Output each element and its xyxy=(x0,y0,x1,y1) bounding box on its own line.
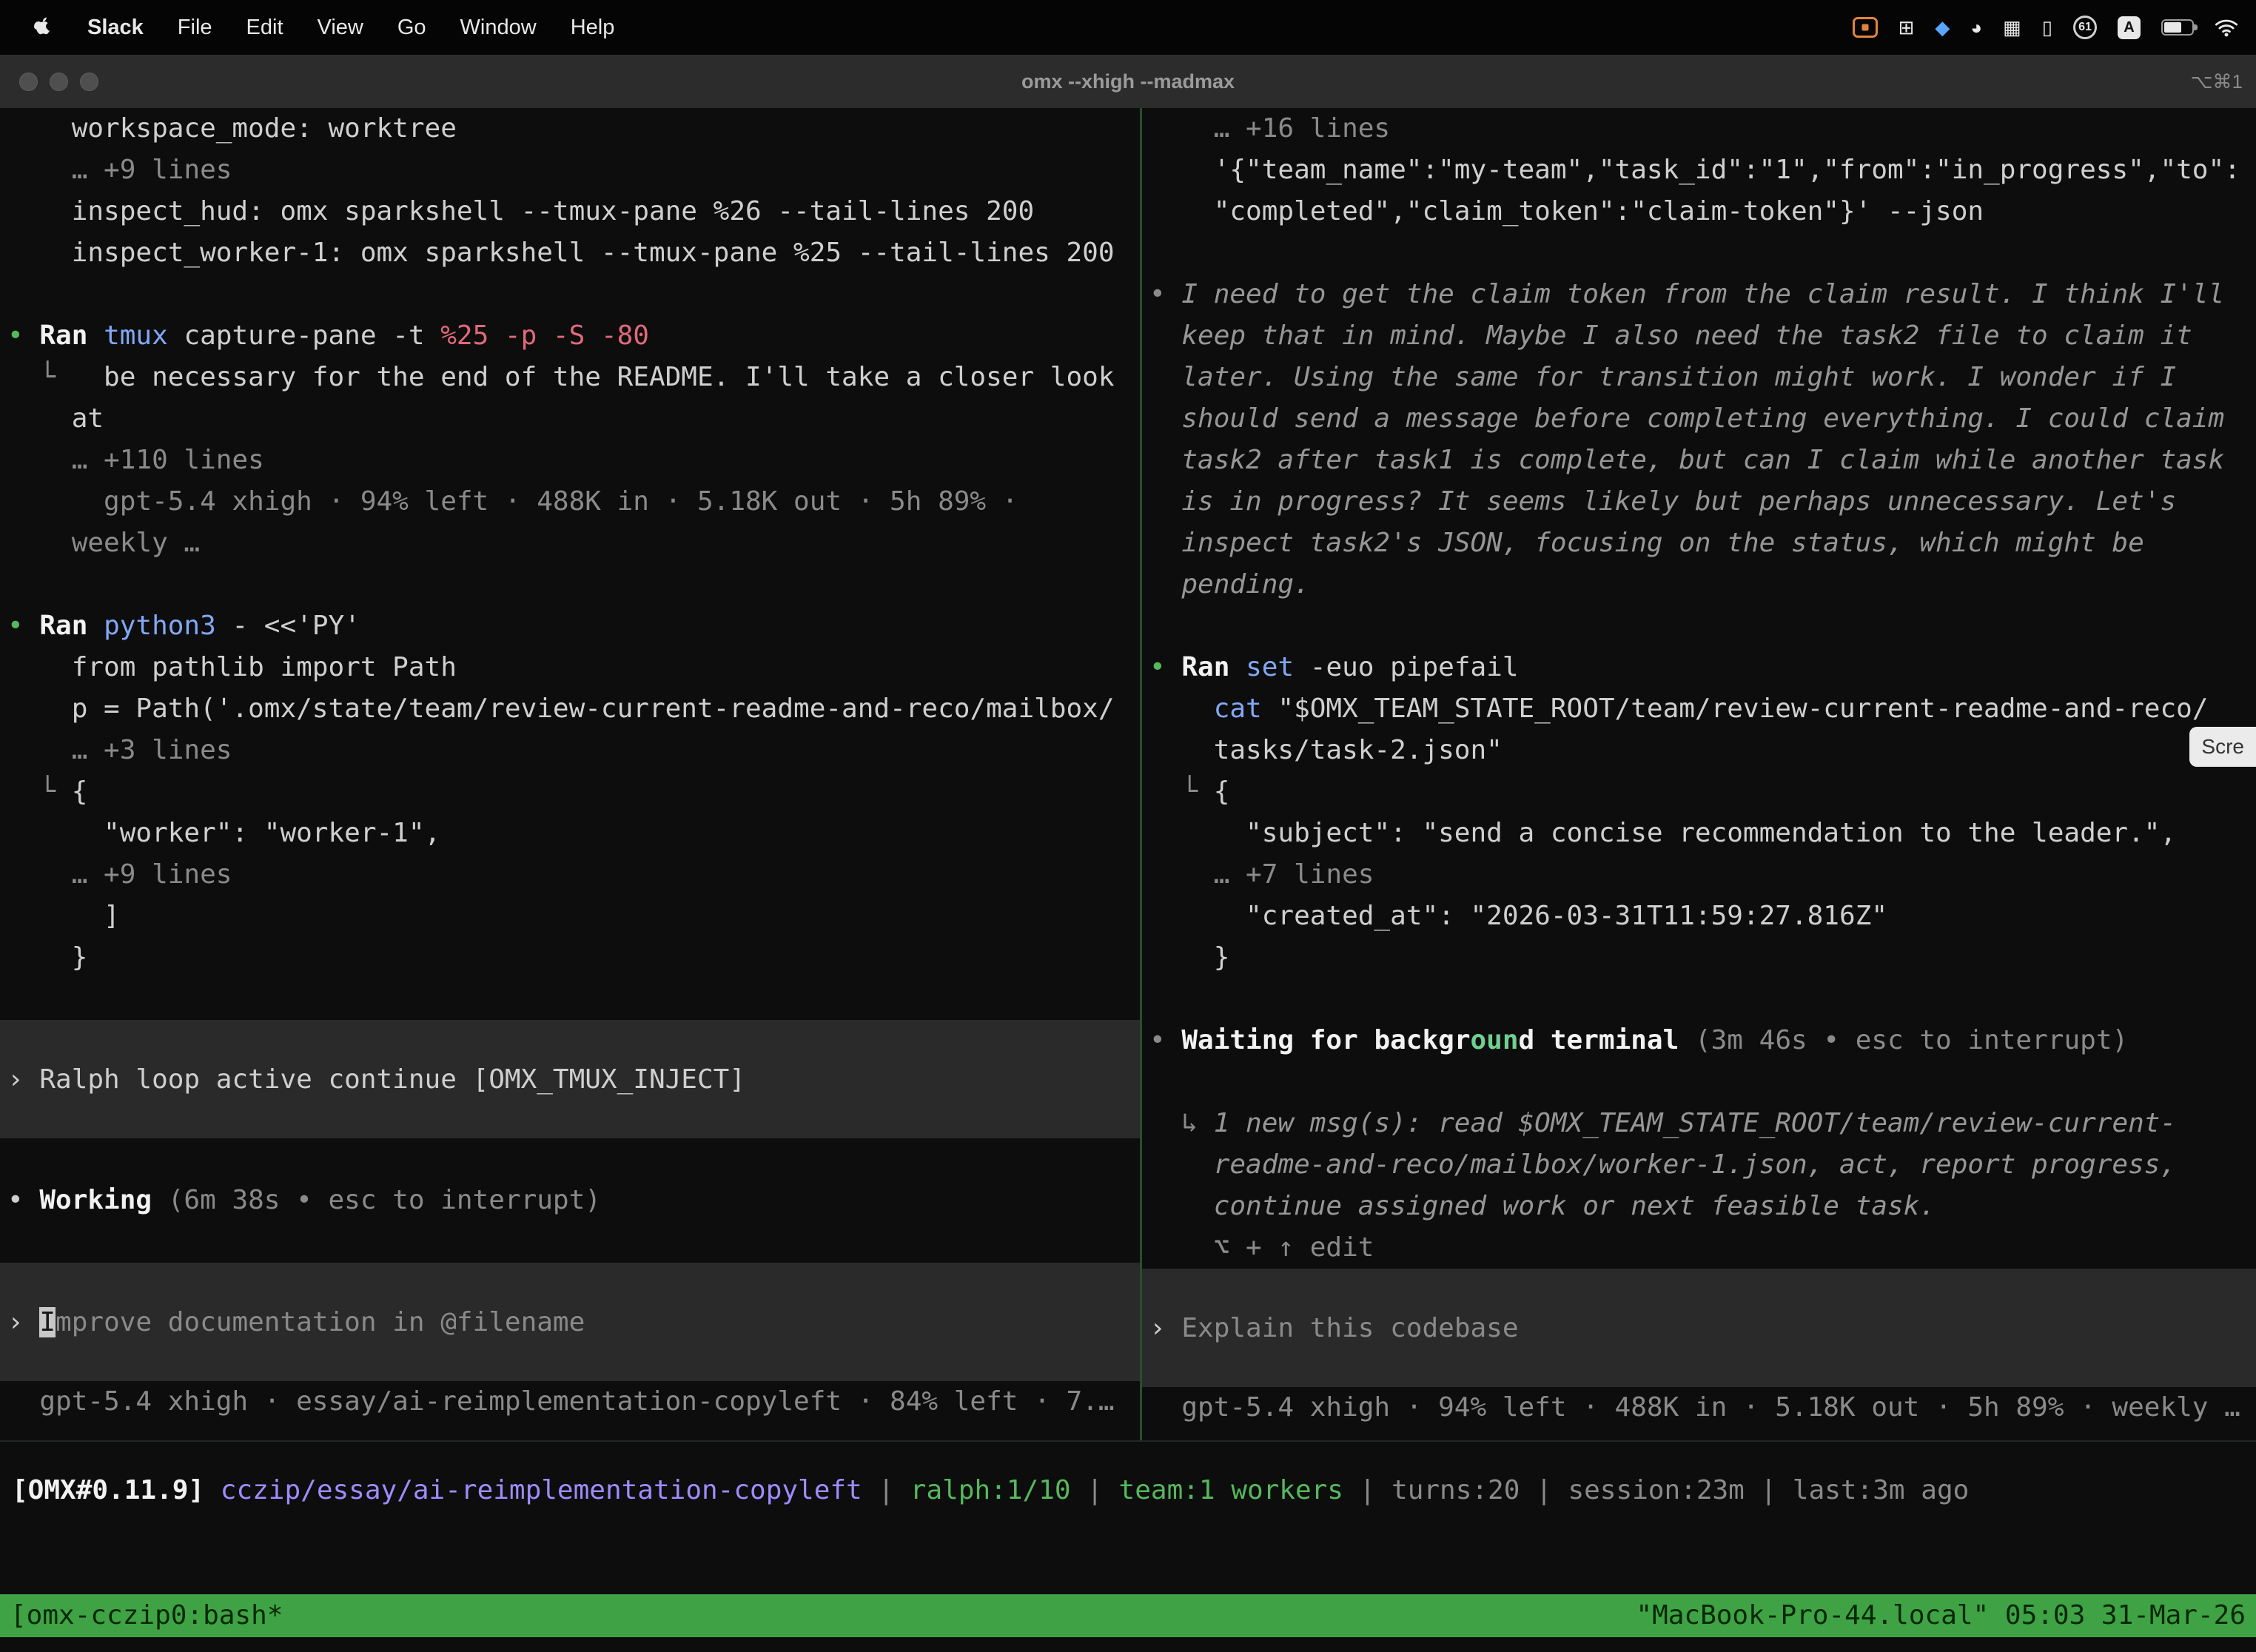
terminal-line: is in progress? It seems likely but perh… xyxy=(1142,481,2256,523)
window-title-bar[interactable]: omx --xhigh --madmax ⌥⌘1 xyxy=(0,55,2256,109)
terminal-line: └ { xyxy=(0,771,1140,813)
terminal-line: "worker": "worker-1", xyxy=(0,813,1140,854)
terminal-line: ⌥ + ↑ edit xyxy=(1142,1227,2256,1269)
stat-badge[interactable]: 61 xyxy=(2073,16,2097,39)
terminal-line: } xyxy=(1142,937,2256,978)
menu-bar-status-icons: ⊞ ◆ ◕ ▦ ▯ 61 A xyxy=(1853,16,2238,39)
clock-icon[interactable]: ◕ xyxy=(1970,18,1982,37)
terminal-line xyxy=(0,274,1140,315)
battery-icon[interactable] xyxy=(2161,19,2194,36)
terminal-line: • Waiting for background terminal (3m 46… xyxy=(1142,1020,2256,1061)
terminal-line: … +16 lines xyxy=(1142,108,2256,150)
terminal-line: weekly … xyxy=(0,523,1140,564)
terminal-line: "subject": "send a concise recommendatio… xyxy=(1142,813,2256,854)
tmux-host-time: "MacBook-Pro-44.local" 05:03 31-Mar-26 xyxy=(1636,1594,2246,1637)
terminal-line: gpt-5.4 xhigh · 94% left · 488K in · 5.1… xyxy=(1142,1387,2256,1428)
right-terminal-pane[interactable]: … +16 lines '{"team_name":"my-team","tas… xyxy=(1142,108,2256,1439)
terminal-line xyxy=(1142,605,2256,647)
terminal-line: … +9 lines xyxy=(0,150,1140,191)
terminal-line: tasks/task-2.json" xyxy=(1142,730,2256,771)
terminal-line xyxy=(0,978,1140,1020)
pill-icon[interactable]: ▯ xyxy=(2042,18,2052,37)
terminal-line xyxy=(0,1138,1140,1180)
pane-divider[interactable] xyxy=(1140,108,1142,1442)
terminal-line: workspace_mode: worktree xyxy=(0,108,1140,150)
terminal-line: keep that in mind. Maybe I also need the… xyxy=(1142,315,2256,357)
terminal-line: ↳ 1 new msg(s): read $OMX_TEAM_STATE_ROO… xyxy=(1142,1103,2256,1144)
menu-item-file[interactable]: File xyxy=(178,16,212,40)
terminal-line: ] xyxy=(0,896,1140,937)
menu-item-go[interactable]: Go xyxy=(397,16,426,40)
terminal-line: … +9 lines xyxy=(0,854,1140,896)
terminal-line: inspect_worker-1: omx sparkshell --tmux-… xyxy=(0,232,1140,274)
terminal-line: └ { xyxy=(1142,771,2256,813)
terminal-line: gpt-5.4 xhigh · essay/ai-reimplementatio… xyxy=(0,1381,1140,1423)
wifi-icon[interactable] xyxy=(2215,18,2238,37)
menu-item-edit[interactable]: Edit xyxy=(246,16,283,40)
menu-item-window[interactable]: Window xyxy=(460,16,537,40)
terminal-line: cat "$OMX_TEAM_STATE_ROOT/team/review-cu… xyxy=(1142,688,2256,730)
terminal-line: continue assigned work or next feasible … xyxy=(1142,1186,2256,1227)
menu-item-slack[interactable]: Slack xyxy=(87,16,144,40)
pane-divider-horizontal xyxy=(0,1440,2256,1442)
grid-icon[interactable]: ⊞ xyxy=(1899,18,1915,37)
terminal-line: … +110 lines xyxy=(0,440,1140,481)
terminal-line: } xyxy=(0,937,1140,978)
terminal-line: • Working (6m 38s • esc to interrupt) xyxy=(0,1180,1140,1221)
terminal-line: gpt-5.4 xhigh · 94% left · 488K in · 5.1… xyxy=(0,481,1140,523)
macos-menu-bar: Slack File Edit View Go Window Help ⊞ ◆ … xyxy=(0,0,2256,55)
window-shortcut: ⌥⌘1 xyxy=(2191,55,2243,108)
terminal-line: … +3 lines xyxy=(0,730,1140,771)
prompt-input-band[interactable]: › Explain this codebase xyxy=(1142,1269,2256,1387)
terminal-line xyxy=(1142,232,2256,274)
screen-recording-icon[interactable] xyxy=(1853,17,1878,38)
left-terminal-pane[interactable]: workspace_mode: worktree … +9 lines insp… xyxy=(0,108,1140,1439)
tmux-status-bar: [omx-cczip0:bash* "MacBook-Pro-44.local"… xyxy=(0,1594,2256,1637)
terminal-line xyxy=(1142,1061,2256,1103)
keyboard-layout-icon[interactable]: A xyxy=(2118,16,2141,39)
terminal-line: task2 after task1 is complete, but can I… xyxy=(1142,440,2256,481)
window-title: omx --xhigh --madmax xyxy=(0,55,2256,108)
dots-grid-icon[interactable]: ▦ xyxy=(2003,18,2021,37)
terminal-line: inspect_hud: omx sparkshell --tmux-pane … xyxy=(0,191,1140,232)
menu-item-help[interactable]: Help xyxy=(571,16,615,40)
terminal-line: • Ran python3 - <<'PY' xyxy=(0,605,1140,647)
terminal-line xyxy=(0,564,1140,605)
tmux-session-label: [omx-cczip0:bash* xyxy=(10,1594,283,1637)
terminal-line: should send a message before completing … xyxy=(1142,398,2256,440)
apple-logo-icon xyxy=(34,17,52,38)
terminal-line: readme-and-reco/mailbox/worker-1.json, a… xyxy=(1142,1144,2256,1186)
omx-status-line: [OMX#0.11.9] cczip/essay/ai-reimplementa… xyxy=(0,1470,2256,1511)
terminal-line: inspect task2's JSON, focusing on the st… xyxy=(1142,523,2256,564)
terminal-line: • Ran tmux capture-pane -t %25 -p -S -80 xyxy=(0,315,1140,357)
diamond-icon[interactable]: ◆ xyxy=(1935,18,1950,37)
menu-item-view[interactable]: View xyxy=(318,16,363,40)
screen-share-overlay[interactable]: Scre xyxy=(2189,727,2256,767)
prompt-input-band[interactable]: › Improve documentation in @filename xyxy=(0,1263,1140,1381)
terminal-line: • Ran set -euo pipefail xyxy=(1142,647,2256,688)
terminal-line: later. Using the same for transition mig… xyxy=(1142,357,2256,398)
terminal-line: … +7 lines xyxy=(1142,854,2256,896)
apple-menu[interactable] xyxy=(34,17,52,38)
terminal-line: from pathlib import Path xyxy=(0,647,1140,688)
terminal-line xyxy=(1142,978,2256,1020)
terminal-line: "created_at": "2026-03-31T11:59:27.816Z" xyxy=(1142,896,2256,937)
terminal-line: p = Path('.omx/state/team/review-current… xyxy=(0,688,1140,730)
terminal-line: pending. xyxy=(1142,564,2256,605)
terminal-line: "completed","claim_token":"claim-token"}… xyxy=(1142,191,2256,232)
ralph-loop-band[interactable]: › Ralph loop active continue [OMX_TMUX_I… xyxy=(0,1020,1140,1138)
terminal-line: '{"team_name":"my-team","task_id":"1","f… xyxy=(1142,150,2256,191)
terminal-line: at xyxy=(0,398,1140,440)
terminal-line: └ be necessary for the end of the README… xyxy=(0,357,1140,398)
terminal-line xyxy=(0,1221,1140,1263)
terminal-window[interactable]: workspace_mode: worktree … +9 lines insp… xyxy=(0,108,2256,1652)
terminal-line: • I need to get the claim token from the… xyxy=(1142,274,2256,315)
